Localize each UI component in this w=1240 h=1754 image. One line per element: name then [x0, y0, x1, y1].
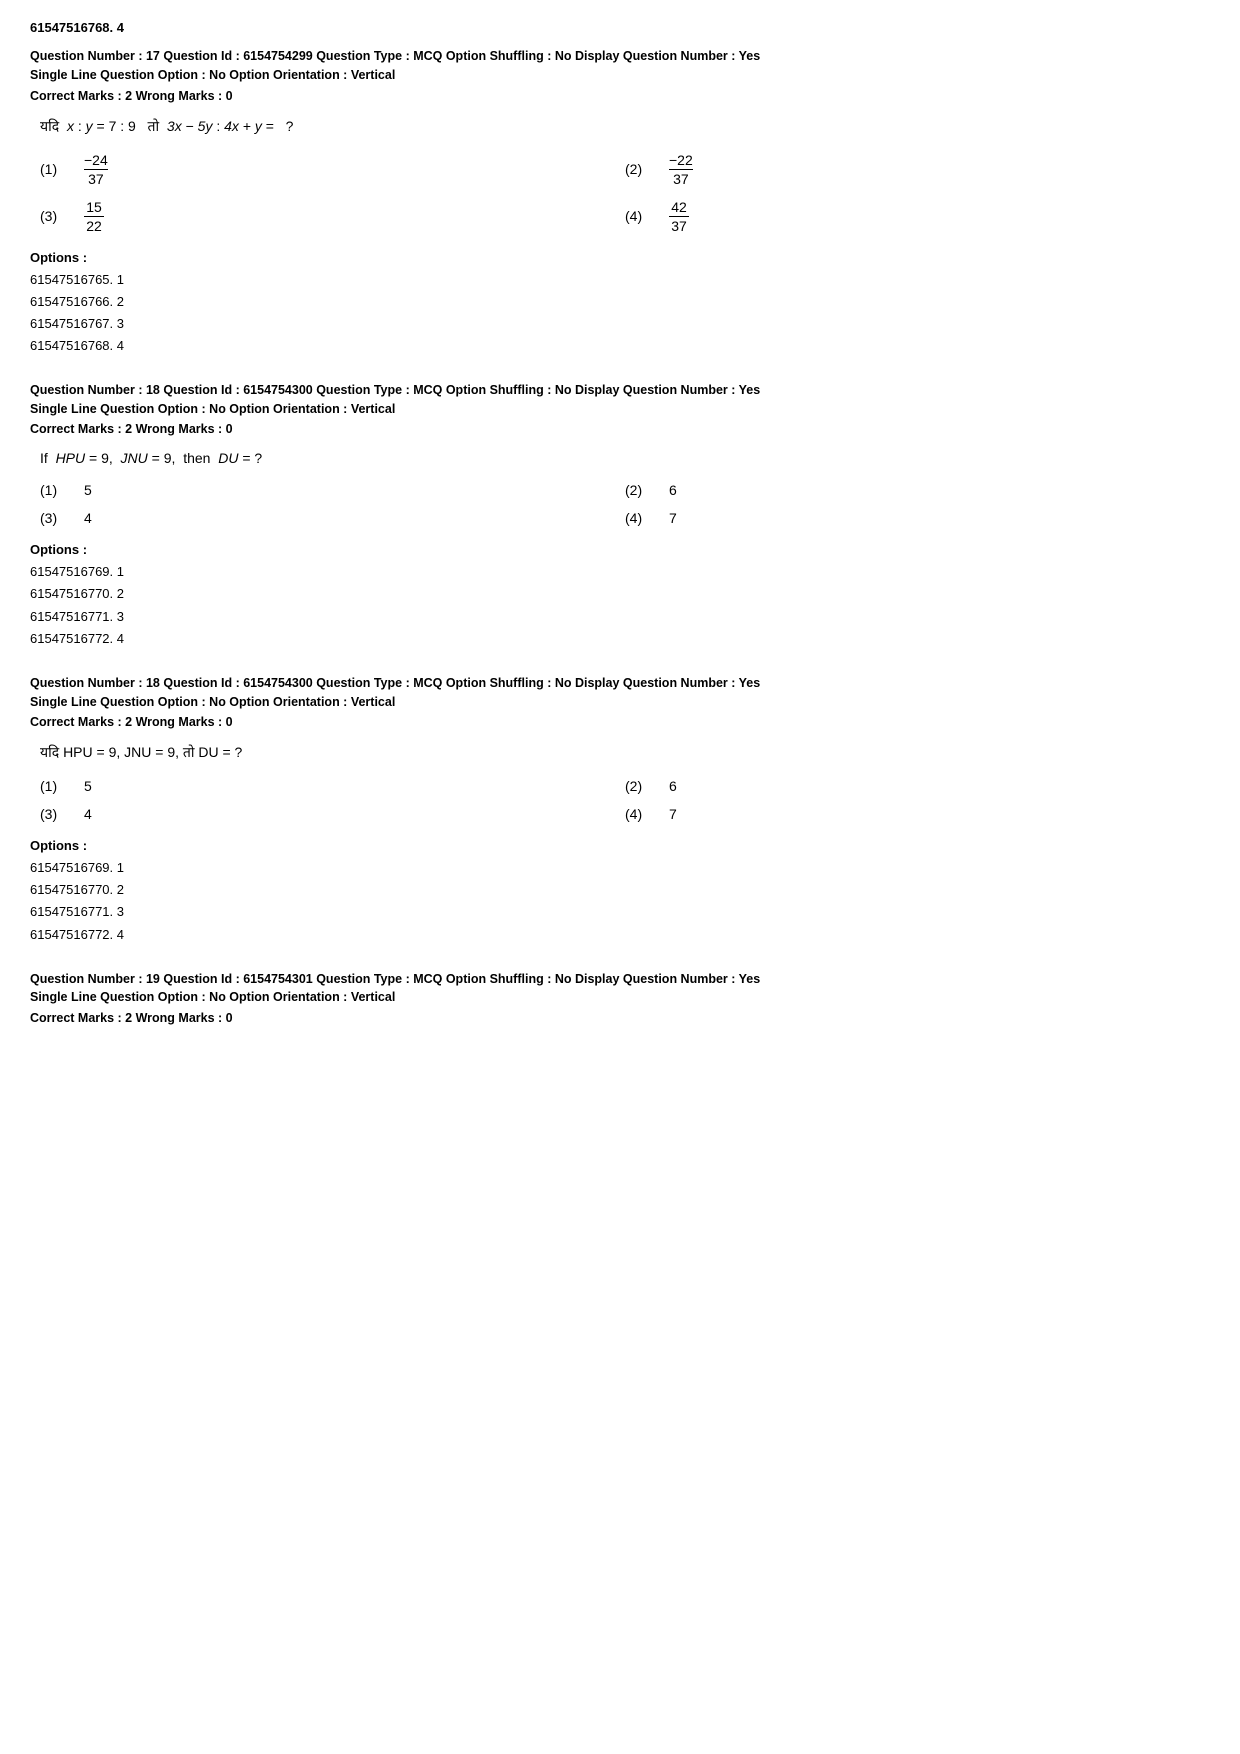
- option-val-3: 4: [84, 806, 92, 822]
- options-label-18a: Options :: [30, 542, 1210, 557]
- option-num-2: (2): [625, 482, 649, 498]
- option-num-4: (4): [625, 510, 649, 526]
- option-val-1: 5: [84, 778, 92, 794]
- option-3-18a: (3) 4: [40, 510, 625, 526]
- option-val-4: 42 37: [669, 199, 689, 234]
- options-label-18b: Options :: [30, 838, 1210, 853]
- header-id: 61547516768. 4: [30, 20, 1210, 35]
- option-val-4: 7: [669, 806, 677, 822]
- options-label-17: Options :: [30, 250, 1210, 265]
- question-meta-18b: Question Number : 18 Question Id : 61547…: [30, 674, 1210, 712]
- marks-18a: Correct Marks : 2 Wrong Marks : 0: [30, 422, 1210, 436]
- option-3-17: (3) 15 22: [40, 199, 625, 234]
- option-num-3: (3): [40, 510, 64, 526]
- option-val-1: −24 37: [84, 152, 108, 187]
- option-4-18b: (4) 7: [625, 806, 1210, 822]
- question-block-18a: Question Number : 18 Question Id : 61547…: [30, 381, 1210, 650]
- option-1-17: (1) −24 37: [40, 152, 625, 187]
- options-ids-17: 61547516765. 1 61547516766. 2 6154751676…: [30, 269, 1210, 357]
- option-2-18b: (2) 6: [625, 778, 1210, 794]
- option-1-18b: (1) 5: [40, 778, 625, 794]
- option-num-1: (1): [40, 778, 64, 794]
- question-text-18b: यदि HPU = 9, JNU = 9, तो DU = ?: [40, 743, 1210, 762]
- option-1-18a: (1) 5: [40, 482, 625, 498]
- option-val-2: −22 37: [669, 152, 693, 187]
- option-val-4: 7: [669, 510, 677, 526]
- option-num-3: (3): [40, 806, 64, 822]
- question-meta-18a: Question Number : 18 Question Id : 61547…: [30, 381, 1210, 419]
- option-val-1: 5: [84, 482, 92, 498]
- question-block-17: Question Number : 17 Question Id : 61547…: [30, 47, 1210, 357]
- option-num-1: (1): [40, 482, 64, 498]
- option-val-2: 6: [669, 778, 677, 794]
- marks-17: Correct Marks : 2 Wrong Marks : 0: [30, 89, 1210, 103]
- option-2-18a: (2) 6: [625, 482, 1210, 498]
- question-meta-17: Question Number : 17 Question Id : 61547…: [30, 47, 1210, 85]
- marks-19: Correct Marks : 2 Wrong Marks : 0: [30, 1011, 1210, 1025]
- option-num-2: (2): [625, 161, 649, 177]
- option-4-17: (4) 42 37: [625, 199, 1210, 234]
- question-meta-19: Question Number : 19 Question Id : 61547…: [30, 970, 1210, 1008]
- options-grid-17: (1) −24 37 (2) −22 37 (3) 15: [40, 152, 1210, 234]
- marks-18b: Correct Marks : 2 Wrong Marks : 0: [30, 715, 1210, 729]
- options-ids-18a: 61547516769. 1 61547516770. 2 6154751677…: [30, 561, 1210, 649]
- option-4-18a: (4) 7: [625, 510, 1210, 526]
- question-block-18b: Question Number : 18 Question Id : 61547…: [30, 674, 1210, 946]
- question-text-17: यदि x : y = 7 : 9 तो 3x − 5y : 4x + y = …: [40, 117, 1210, 136]
- options-ids-18b: 61547516769. 1 61547516770. 2 6154751677…: [30, 857, 1210, 945]
- option-val-3: 4: [84, 510, 92, 526]
- question-block-19: Question Number : 19 Question Id : 61547…: [30, 970, 1210, 1026]
- option-num-4: (4): [625, 806, 649, 822]
- option-num-2: (2): [625, 778, 649, 794]
- option-val-2: 6: [669, 482, 677, 498]
- option-val-3: 15 22: [84, 199, 104, 234]
- option-num-3: (3): [40, 208, 64, 224]
- option-num-1: (1): [40, 161, 64, 177]
- options-grid-18a: (1) 5 (2) 6 (3) 4 (4) 7: [40, 482, 1210, 526]
- question-text-18a: If HPU = 9, JNU = 9, then DU = ?: [40, 450, 1210, 466]
- options-grid-18b: (1) 5 (2) 6 (3) 4 (4) 7: [40, 778, 1210, 822]
- option-3-18b: (3) 4: [40, 806, 625, 822]
- option-2-17: (2) −22 37: [625, 152, 1210, 187]
- option-num-4: (4): [625, 208, 649, 224]
